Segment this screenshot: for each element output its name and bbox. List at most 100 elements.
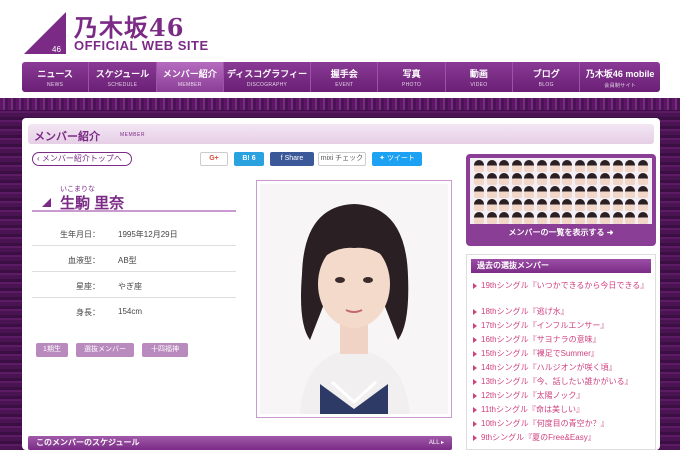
nav-label: 握手会: [330, 69, 358, 79]
facebook-share-button[interactable]: f Share: [270, 152, 314, 166]
single-link[interactable]: 15thシングル『裸足でSummer』: [471, 349, 653, 359]
nav-sublabel: MEMBER: [177, 82, 202, 88]
schedule-all-link[interactable]: ALL ▸: [429, 436, 444, 450]
profile-row: 血液型： AB型: [32, 248, 236, 272]
nav-photo[interactable]: 写真 PHOTO: [378, 62, 446, 92]
member-thumbnail: [625, 173, 636, 185]
site-header: 46 乃木坂46 OFFICIAL WEB SITE ニュース NEWS スケジュ…: [0, 0, 680, 100]
single-link[interactable]: 9thシングル『夏のFree&Easy』: [471, 433, 653, 443]
member-thumbnail: [537, 160, 547, 172]
nav-label: ニュース: [37, 69, 73, 79]
member-thumbnail: [537, 212, 547, 224]
member-thumbnail: [549, 212, 560, 224]
member-thumbnail: [600, 173, 610, 185]
tag-selected[interactable]: 選抜メンバー: [76, 343, 134, 357]
member-photo: [256, 180, 452, 418]
nav-label: ブログ: [532, 69, 560, 79]
mixi-check-button[interactable]: mixi チェック: [318, 152, 366, 166]
member-thumbnail: [474, 173, 484, 185]
member-thumbnail: [537, 199, 547, 211]
hatena-bookmark-button[interactable]: B! 6: [234, 152, 264, 166]
member-thumbnail: [587, 173, 598, 185]
single-link[interactable]: 16thシングル『サヨナラの意味』: [471, 335, 653, 345]
portrait-image: [260, 184, 448, 414]
member-thumbnail: [625, 186, 636, 198]
member-thumbnail: [549, 173, 560, 185]
single-link[interactable]: 13thシングル『今、話したい誰かがいる』: [471, 377, 653, 387]
profile-value: AB型: [118, 256, 137, 265]
member-thumbnail: [587, 212, 598, 224]
google-plus-button[interactable]: G+: [200, 152, 228, 166]
member-thumbnail: [625, 199, 636, 211]
triangle-icon: [42, 198, 51, 207]
back-to-members-button[interactable]: ‹ メンバー紹介トップへ: [32, 152, 132, 166]
svg-text:46: 46: [52, 45, 61, 54]
member-thumbnail: [524, 186, 535, 198]
member-thumbnail: [587, 186, 598, 198]
member-thumbnail: [562, 199, 573, 211]
member-name: 生駒 里奈: [60, 195, 125, 212]
member-thumbnail: [574, 212, 585, 224]
member-thumbnail: [474, 186, 484, 198]
member-thumbnail: [612, 212, 623, 224]
member-thumbnail: [587, 199, 598, 211]
member-list-banner[interactable]: メンバーの一覧を表示する ➜: [466, 154, 656, 246]
single-link[interactable]: 14thシングル『ハルジオンが咲く頃』: [471, 363, 653, 373]
single-link[interactable]: 19thシングル『いつかできるから今日できる』: [471, 281, 653, 291]
member-thumbnail: [562, 212, 573, 224]
single-link[interactable]: 18thシングル『逃げ水』: [471, 307, 653, 317]
single-link[interactable]: 12thシングル『太陽ノック』: [471, 391, 653, 401]
member-thumbnail: [511, 173, 522, 185]
member-thumbnail: [549, 186, 560, 198]
nav-blog[interactable]: ブログ BLOG: [513, 62, 581, 92]
arrow-right-icon: ➜: [606, 228, 614, 237]
member-thumbnail: [537, 186, 547, 198]
main-nav: ニュース NEWS スケジュール SCHEDULE メンバー紹介 MEMBER ディス…: [22, 62, 660, 92]
single-link[interactable]: 10thシングル『何度目の青空か？』: [471, 419, 653, 429]
profile-row: 生年月日： 1995年12月29日: [32, 222, 236, 246]
nav-news[interactable]: ニュース NEWS: [22, 62, 90, 92]
nav-sublabel: SCHEDULE: [107, 82, 138, 88]
nav-sublabel: VIDEO: [470, 82, 488, 88]
member-thumbnail: [486, 199, 497, 211]
show-member-list-button[interactable]: メンバーの一覧を表示する ➜: [470, 226, 652, 240]
single-link[interactable]: 11thシングル『命は美しい』: [471, 405, 653, 415]
profile-row: 身長： 154cm: [32, 300, 236, 324]
logo-mark-icon[interactable]: 46: [24, 12, 66, 54]
tag-fukujin[interactable]: 十四福神: [142, 343, 188, 357]
member-thumbnail: [474, 212, 484, 224]
schedule-title: このメンバーのスケジュール: [36, 438, 140, 447]
nav-label: メンバー紹介: [162, 69, 217, 79]
nav-sublabel: NEWS: [47, 82, 64, 88]
profile-value: やぎ座: [118, 282, 142, 291]
twitter-tweet-button[interactable]: ✦ ツイート: [372, 152, 422, 166]
nav-label: ディスコグラフィー: [226, 69, 308, 79]
profile-key: 身長：: [76, 308, 100, 317]
nav-mobile[interactable]: 乃木坂46 mobile 会員制サイト: [580, 62, 660, 92]
member-thumbnail: [486, 186, 497, 198]
member-thumbnail: [486, 212, 497, 224]
member-thumbnail: [625, 160, 636, 172]
member-list-label: メンバーの一覧を表示する: [508, 228, 605, 237]
single-link[interactable]: 17thシングル『インフルエンサー』: [471, 321, 653, 331]
profile-value: 1995年12月29日: [118, 230, 178, 239]
profile-row: 星座： やぎ座: [32, 274, 236, 298]
nav-sublabel: EVENT: [335, 82, 354, 88]
member-thumbnail: [600, 186, 610, 198]
member-thumbnail: [600, 199, 610, 211]
nav-member[interactable]: メンバー紹介 MEMBER: [156, 62, 224, 92]
nav-label: 動画: [469, 69, 488, 79]
member-thumbnail: [499, 199, 510, 211]
tag-generation[interactable]: 1期生: [36, 343, 68, 357]
nav-schedule[interactable]: スケジュール SCHEDULE: [89, 62, 157, 92]
member-thumbnail: [637, 212, 648, 224]
nav-discography[interactable]: ディスコグラフィー DISCOGRAPHY: [224, 62, 312, 92]
member-thumbnail: [625, 212, 636, 224]
nav-label: スケジュール: [95, 69, 150, 79]
nav-event[interactable]: 握手会 EVENT: [311, 62, 379, 92]
nav-video[interactable]: 動画 VIDEO: [446, 62, 514, 92]
member-thumbnail: [499, 186, 510, 198]
member-thumbnail: [511, 212, 522, 224]
member-thumbnail: [511, 199, 522, 211]
schedule-header: このメンバーのスケジュール ALL ▸: [28, 436, 452, 450]
